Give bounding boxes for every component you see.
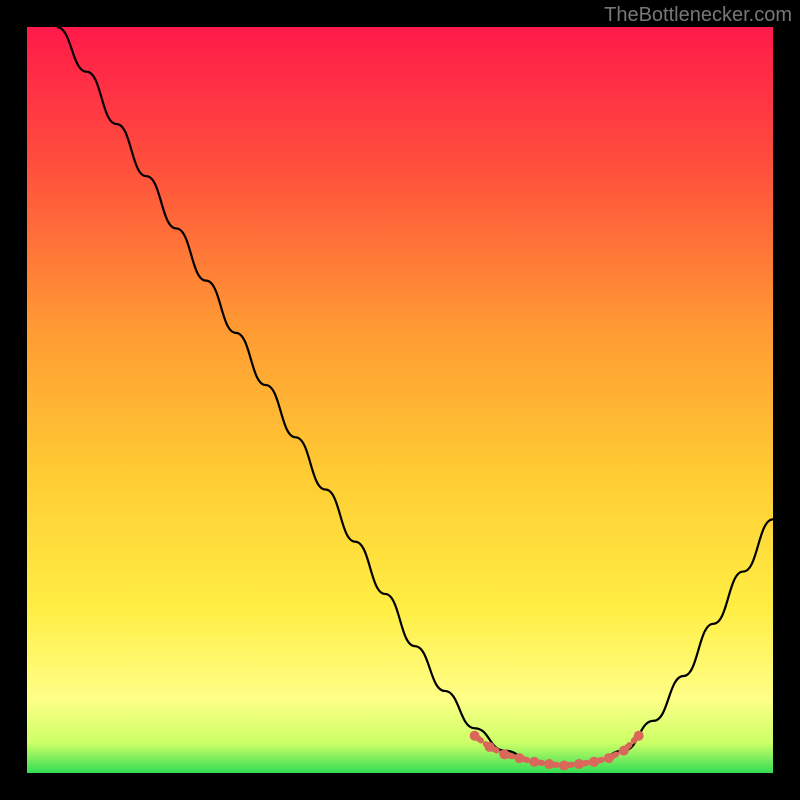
marker-dot xyxy=(604,753,614,763)
marker-dot xyxy=(514,753,524,763)
watermark-text: TheBottlenecker.com xyxy=(604,4,792,27)
marker-dot xyxy=(499,749,509,759)
plot-area xyxy=(27,27,773,773)
gradient-background xyxy=(27,27,773,773)
marker-dot xyxy=(485,742,495,752)
marker-dot xyxy=(559,761,569,771)
marker-dot xyxy=(589,757,599,767)
marker-dot xyxy=(574,759,584,769)
marker-dot xyxy=(470,731,480,741)
marker-dot xyxy=(529,757,539,767)
marker-dot xyxy=(619,746,629,756)
marker-dot xyxy=(634,731,644,741)
marker-dot xyxy=(544,759,554,769)
chart-container: TheBottlenecker.com xyxy=(0,0,800,800)
chart-svg xyxy=(27,27,773,773)
